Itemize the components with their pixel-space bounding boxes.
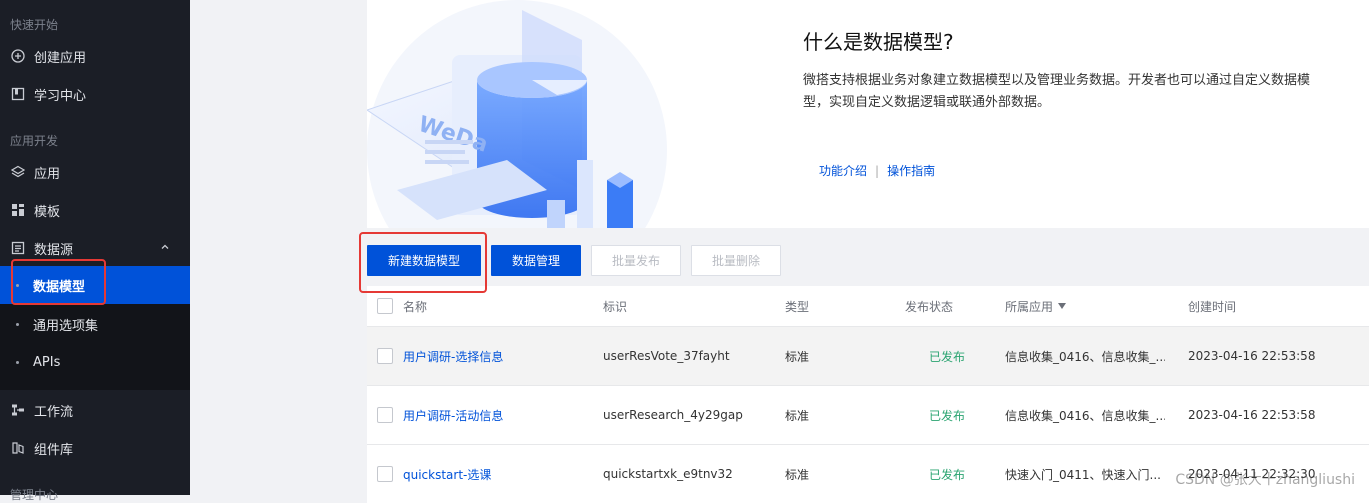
row-created: 2023-04-16 22:53:58 <box>1188 408 1316 422</box>
row-checkbox[interactable] <box>377 348 393 364</box>
header-id: 标识 <box>603 299 628 314</box>
guide-link[interactable]: 操作指南 <box>887 164 935 178</box>
sidebar-item-label: 通用选项集 <box>33 318 99 334</box>
row-name-link[interactable]: quickstart-选课 <box>403 445 593 503</box>
components-icon <box>10 440 26 456</box>
banner-links: 功能介绍 | 操作指南 <box>819 162 935 179</box>
filter-icon[interactable] <box>1058 303 1067 309</box>
watermark: CSDN @张大十zhangliushi <box>1175 472 1355 488</box>
table-row[interactable]: 用户调研-选择信息 userResVote_37fayht 标准 已发布 信息收… <box>367 326 1369 385</box>
sidebar-item-label: 工作流 <box>34 404 74 420</box>
table-row[interactable]: 用户调研-活动信息 userResearch_4y29gap 标准 已发布 信息… <box>367 385 1369 444</box>
header-created: 创建时间 <box>1188 299 1237 314</box>
section-quickstart: 快速开始 <box>10 18 59 32</box>
sidebar-item-apps[interactable]: 应用 <box>0 153 190 191</box>
toolbar: 新建数据模型 数据管理 批量发布 批量删除 <box>367 228 1369 286</box>
select-all-checkbox[interactable] <box>377 298 393 314</box>
workflow-icon <box>10 402 26 418</box>
row-app: 信息收集_0416、信息收集_... <box>1005 408 1165 423</box>
header-app-label: 所属应用 <box>1005 299 1054 314</box>
header-type: 类型 <box>785 299 810 314</box>
batch-delete-button[interactable]: 批量删除 <box>691 245 781 276</box>
header-app[interactable]: 所属应用 <box>1005 286 1165 326</box>
sidebar-item-label: 应用 <box>34 166 61 182</box>
row-type: 标准 <box>785 408 810 423</box>
sidebar-item-option-sets[interactable]: 通用选项集 <box>0 305 190 343</box>
sidebar-item-label: 模板 <box>34 204 61 220</box>
row-type: 标准 <box>785 467 810 482</box>
data-manage-button[interactable]: 数据管理 <box>491 245 581 276</box>
banner-title: 什么是数据模型? <box>803 30 954 54</box>
batch-publish-button[interactable]: 批量发布 <box>591 245 681 276</box>
sidebar-item-learning[interactable]: 学习中心 <box>0 75 190 113</box>
plus-circle-icon <box>10 48 26 64</box>
row-checkbox[interactable] <box>377 466 393 482</box>
highlight-box <box>359 232 487 293</box>
sidebar-item-label: 学习中心 <box>34 88 87 104</box>
grid-icon <box>10 202 26 218</box>
main-content: WeDa 什么是数据模型? 微搭支持根据业务对象建立数据模型以及管理业务数据。开… <box>359 0 1369 503</box>
layers-icon <box>10 164 26 180</box>
header-status: 发布状态 <box>905 299 954 314</box>
row-created: 2023-04-16 22:53:58 <box>1188 349 1316 363</box>
chevron-up-icon <box>160 242 170 252</box>
sidebar-item-label: 创建应用 <box>34 50 87 66</box>
row-app: 信息收集_0416、信息收集_... <box>1005 349 1165 364</box>
table-header: 名称 标识 类型 发布状态 所属应用 创建时间 <box>367 286 1369 326</box>
sidebar-item-workflow[interactable]: 工作流 <box>0 391 190 429</box>
sidebar-item-label: APIs <box>33 354 61 370</box>
banner-description: 微搭支持根据业务对象建立数据模型以及管理业务数据。开发者也可以通过自定义数据模型… <box>803 73 1311 110</box>
row-status: 已发布 <box>928 408 965 423</box>
row-status: 已发布 <box>928 349 965 364</box>
book-icon <box>10 86 26 102</box>
sidebar-item-create-app[interactable]: 创建应用 <box>0 37 190 75</box>
sidebar-item-templates[interactable]: 模板 <box>0 191 190 229</box>
row-checkbox[interactable] <box>377 407 393 423</box>
sidebar-item-label: 数据源 <box>34 242 74 258</box>
row-id: userResearch_4y29gap <box>603 408 743 422</box>
feature-intro-link[interactable]: 功能介绍 <box>819 164 867 178</box>
bullet-icon <box>16 360 19 364</box>
highlight-box <box>11 259 106 305</box>
database-icon <box>10 240 26 256</box>
link-separator: | <box>875 164 880 178</box>
row-status: 已发布 <box>928 467 965 482</box>
row-name-link[interactable]: 用户调研-活动信息 <box>403 386 593 444</box>
sidebar-item-components[interactable]: 组件库 <box>0 429 190 467</box>
sidebar-item-label: 组件库 <box>34 442 74 458</box>
section-dev: 应用开发 <box>10 134 59 148</box>
weda-illustration: WeDa <box>367 0 667 228</box>
row-id: userResVote_37fayht <box>603 349 730 363</box>
row-name-link[interactable]: 用户调研-选择信息 <box>403 327 593 385</box>
intro-banner: WeDa 什么是数据模型? 微搭支持根据业务对象建立数据模型以及管理业务数据。开… <box>367 0 1369 228</box>
sidebar-item-apis[interactable]: APIs <box>0 343 190 381</box>
row-app: 快速入门_0411、快速入门... <box>1005 467 1161 482</box>
row-id: quickstartxk_e9tnv32 <box>603 467 733 481</box>
bullet-icon <box>16 322 19 326</box>
sidebar: 快速开始 创建应用 学习中心 应用开发 应用 模板 数据源 数据模型 通用选项集… <box>0 0 190 502</box>
row-type: 标准 <box>785 349 810 364</box>
